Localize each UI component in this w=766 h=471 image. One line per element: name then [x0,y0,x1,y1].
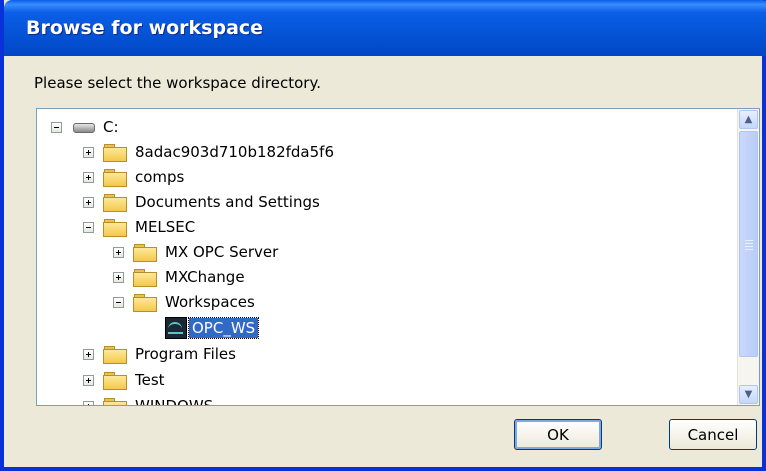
tree-node-label: MXChange [165,268,245,286]
tree-node-mx-opc-server[interactable]: MX OPC Server [113,239,278,265]
collapse-icon[interactable] [113,296,124,308]
folder-icon [103,168,127,187]
folder-icon [103,218,127,237]
vertical-scrollbar[interactable]: ▲ ▼ [737,109,759,405]
dialog-title: Browse for workspace [4,0,766,56]
scroll-up-button[interactable]: ▲ [739,110,758,129]
tree-node-comps[interactable]: comps [83,164,184,190]
drive-icon [71,120,95,134]
expand-icon[interactable] [113,246,124,258]
instruction-text: Please select the workspace directory. [34,74,321,92]
tree-node-label: Workspaces [165,293,255,311]
tree-node-windows[interactable]: WINDOWS [83,393,213,405]
tree-node-label: 8adac903d710b182fda5f6 [135,143,334,161]
folder-icon [133,293,157,312]
tree-node-program-files[interactable]: Program Files [83,341,236,367]
tree-node-melsec[interactable]: MELSEC [83,214,195,240]
folder-icon [103,397,127,405]
tree-node-workspaces[interactable]: Workspaces [113,289,255,315]
tree-node-label: WINDOWS [135,397,213,405]
cancel-button[interactable]: Cancel [669,419,757,450]
tree-node-label: Program Files [135,345,236,363]
expand-icon[interactable] [83,348,94,360]
tree-node-label: C: [103,118,119,136]
tree-node-test[interactable]: Test [83,367,165,393]
expand-icon[interactable] [83,374,94,386]
tree-node-label: Documents and Settings [135,193,320,211]
tree-node-label-selected: OPC_WS [187,317,260,339]
folder-icon [103,345,127,364]
chevron-down-icon: ▼ [744,389,753,400]
scrollbar-thumb[interactable] [739,131,758,357]
workspace-icon [165,317,187,339]
folder-icon [133,243,157,262]
expand-icon[interactable] [83,196,94,208]
tree-node-opc-ws[interactable]: OPC_WS [165,315,260,341]
browse-dialog: Browse for workspace Please select the w… [0,0,766,471]
expand-icon[interactable] [113,271,124,283]
chevron-up-icon: ▲ [744,114,753,125]
tree-node-label: MX OPC Server [165,243,279,261]
folder-icon [133,268,157,287]
tree-node-label: MELSEC [135,218,196,236]
folder-icon [103,193,127,212]
expand-icon[interactable] [83,171,94,183]
tree-node-label: Test [135,371,165,389]
expand-icon[interactable] [83,146,94,158]
ok-button[interactable]: OK [514,419,602,450]
tree-node-documents-and-settings[interactable]: Documents and Settings [83,189,320,215]
tree-node-label: comps [135,168,185,186]
scroll-down-button[interactable]: ▼ [739,385,758,404]
expand-icon[interactable] [83,400,94,405]
tree-node-mxchange[interactable]: MXChange [113,264,245,290]
folder-icon [103,143,127,162]
collapse-icon[interactable] [51,121,62,133]
folder-icon [103,371,127,390]
tree-node-8adac903d710b182fda5f6[interactable]: 8adac903d710b182fda5f6 [83,139,334,165]
folder-tree[interactable]: C: 8adac903d710b182fda5f6 comps Document… [36,108,760,406]
collapse-icon[interactable] [83,221,94,233]
tree-node-c-drive[interactable]: C: [51,114,119,140]
